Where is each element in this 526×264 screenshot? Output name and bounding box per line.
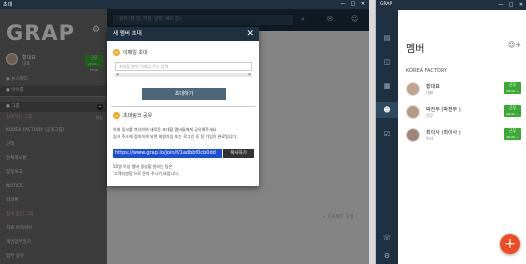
invite-button[interactable]: 초대하기 (142, 88, 226, 100)
divider (111, 106, 255, 107)
window-close-button[interactable]: ✕ (358, 0, 368, 9)
avatar (406, 128, 420, 142)
avatar (406, 82, 420, 96)
status-badge: 근무 09:00 ~ 18:00 (504, 105, 521, 122)
member-role: 전무 (426, 113, 434, 118)
member-name: 황대표 (426, 84, 440, 90)
member-row[interactable]: 박전무 (박전무 ) 전무 근무 09:00 ~ 18:00 (406, 105, 522, 127)
members-icon[interactable]: ☻ (376, 102, 398, 118)
feed-icon[interactable]: ▤ (376, 30, 398, 46)
members-titlebar: GRAP — □ ✕ (376, 0, 526, 10)
page-title: 멤버 (406, 44, 425, 55)
window-title: 초대 (3, 2, 13, 8)
member-name: 최이사 (최이사 ) (426, 130, 461, 136)
invite-modal: 새 멤버 초대 ✕ ✉ 이메일 초대 초대할 분의 이메일 주소 입력 초대하기… (107, 27, 259, 186)
copy-button[interactable]: 복사하기 (223, 149, 254, 158)
minimize-button[interactable]: — (496, 0, 506, 10)
invite-link-field[interactable]: https://www.grap.io/join/f/1adbbf0cb0dd (113, 149, 222, 158)
footer-note-2: '고객지원팀'으로 문의 주시기 바랍니다. (113, 171, 180, 176)
member-row[interactable]: 최이사 (최이사 ) 이사 근무 09:00 ~ 18:00 (406, 128, 522, 150)
link-description-1: 아래 링크를 복사하여 새로운 초대할 멤버들에게 공유해주세요. (113, 127, 218, 132)
main-window: 초대 — □ ✕ GRAP ⚙ 황대표 대표 근무 09:00 ~ 18:00 … (0, 0, 369, 264)
status-badge: 근무 09:00 ~ 18:00 (504, 82, 521, 99)
chat-icon[interactable]: ◫ (376, 54, 398, 70)
link-icon: ∞ (113, 112, 120, 119)
email-section-title: 이메일 초대 (123, 50, 148, 56)
email-scrollbar[interactable] (115, 72, 252, 77)
settings-icon[interactable]: ⚙ (376, 248, 398, 264)
modal-header: 새 멤버 초대 ✕ (107, 27, 259, 41)
link-description-2: 링크 주소에 접속하게 되면 회원가입 또는 로그인 후 팀 가입이 완료됩니다… (113, 134, 238, 139)
footer-note-1: 50명 이상 멤버 생성을 원하는 팀은 (113, 164, 173, 169)
email-icon: ✉ (113, 49, 120, 56)
phone-icon[interactable]: ☏ (376, 230, 398, 246)
nav-rail: ▤ ◫ ▦ ☻ ☑ ☏ ⚙ (376, 10, 398, 264)
maximize-button[interactable]: □ (348, 0, 358, 9)
modal-title: 새 멤버 초대 (113, 31, 142, 37)
app-name: GRAP (380, 2, 393, 7)
org-name: KOREA FACTORY (406, 68, 448, 74)
members-window: GRAP — □ ✕ ▤ ◫ ▦ ☻ ☑ ☏ ⚙ 멤버 ☺+ KOREA FAC… (375, 0, 526, 264)
maximize-button[interactable]: □ (506, 0, 516, 10)
window-close-button[interactable]: ✕ (516, 0, 526, 10)
minimize-button[interactable]: — (338, 0, 348, 9)
add-user-icon[interactable]: ☺+ (508, 41, 521, 49)
close-icon[interactable]: ✕ (246, 28, 254, 40)
status-badge: 근무 09:00 ~ 18:00 (504, 128, 521, 145)
calendar-icon[interactable]: ▦ (376, 78, 398, 94)
add-button[interactable]: + (500, 234, 520, 254)
main-titlebar: 초대 — □ ✕ (0, 0, 369, 9)
check-icon[interactable]: ☑ (376, 126, 398, 142)
member-role: 이사 (426, 136, 434, 141)
member-name: 박전무 (박전무 ) (426, 107, 461, 113)
member-role: 대표 (426, 90, 434, 95)
link-section-title: 초대링크 공유 (123, 113, 153, 119)
avatar (406, 105, 420, 119)
email-field[interactable]: 초대할 분의 이메일 주소 입력 (115, 62, 252, 71)
member-row[interactable]: 황대표 대표 근무 09:00 ~ 18:00 (406, 82, 522, 104)
